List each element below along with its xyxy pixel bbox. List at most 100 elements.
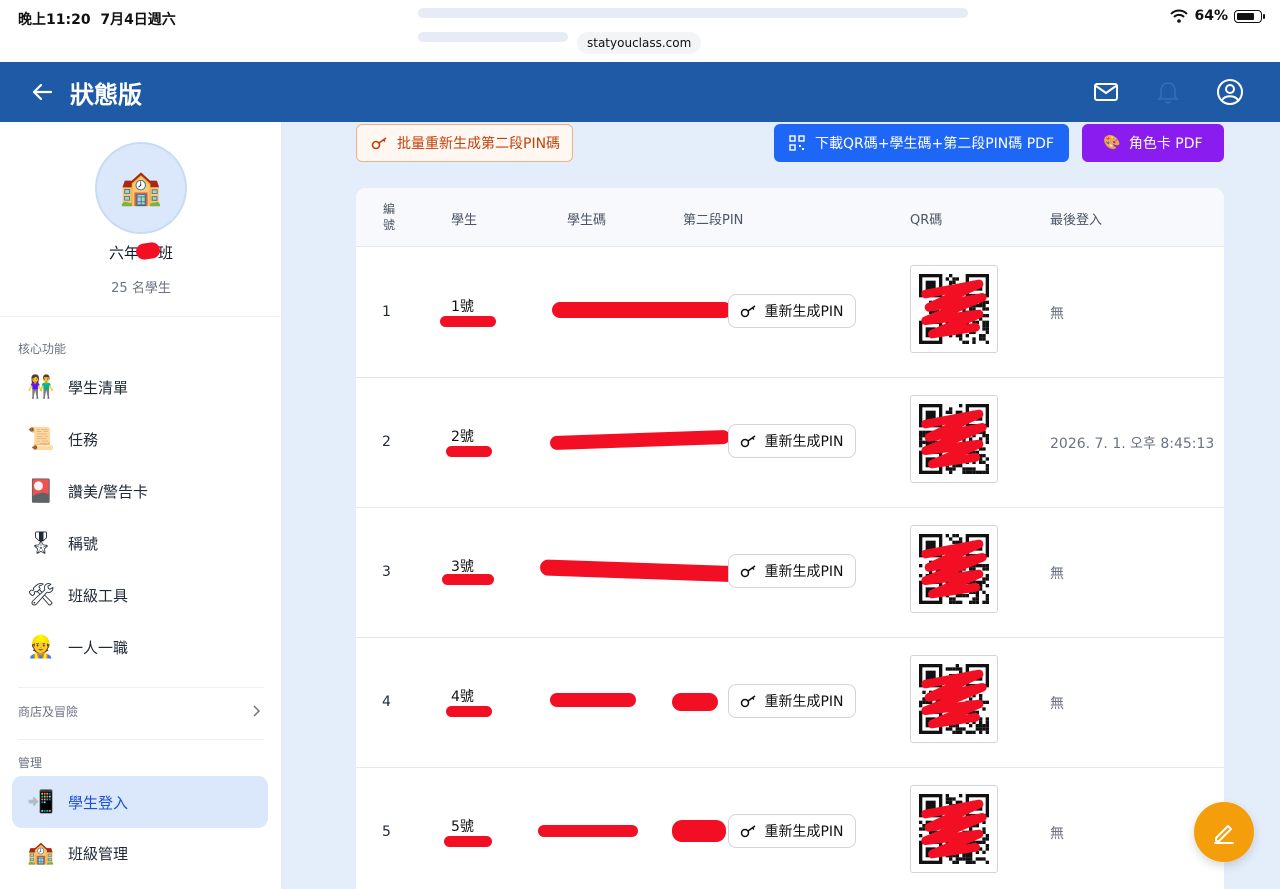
divider bbox=[0, 316, 282, 317]
sidebar-item-class-tools[interactable]: 🛠 班級工具 bbox=[12, 570, 268, 620]
redaction-mark bbox=[672, 820, 726, 842]
key-icon bbox=[741, 565, 756, 578]
bell-icon bbox=[1157, 82, 1179, 104]
palette-icon: 🎨 bbox=[1103, 135, 1121, 151]
edit-fab-button[interactable] bbox=[1194, 802, 1254, 862]
redaction-mark bbox=[444, 836, 492, 847]
cell-last-login: 無 bbox=[1050, 306, 1064, 322]
qr-pattern bbox=[919, 664, 989, 734]
school-building-icon: 🏫 bbox=[119, 168, 163, 208]
key-icon bbox=[741, 435, 756, 448]
qr-code bbox=[910, 395, 998, 483]
redaction-mark bbox=[440, 316, 496, 327]
redaction-mark bbox=[672, 693, 718, 711]
regenerate-pin-button[interactable]: 重新生成PIN bbox=[728, 424, 856, 458]
cell-last-login: 無 bbox=[1050, 826, 1064, 842]
cell-number: 1 bbox=[382, 304, 391, 320]
col-header-code: 學生碼 bbox=[567, 213, 607, 228]
sidebar-item-label: 任務 bbox=[68, 430, 99, 449]
back-button[interactable] bbox=[30, 80, 54, 104]
cell-student: 2號 bbox=[451, 429, 474, 445]
role-card-pdf-button[interactable]: 🎨 角色卡 PDF bbox=[1082, 124, 1224, 162]
phone-login-icon: 📲 bbox=[27, 789, 55, 815]
table-row: 5 5號 重新生成PIN 無 bbox=[356, 768, 1224, 889]
download-pdf-button[interactable]: 下載QR碼+學生碼+第二段PIN碼 PDF bbox=[774, 124, 1069, 162]
qr-pattern bbox=[919, 274, 989, 344]
mail-icon bbox=[1094, 83, 1118, 101]
regenerate-pin-button[interactable]: 重新生成PIN bbox=[728, 684, 856, 718]
col-header-qr: QR碼 bbox=[910, 213, 943, 228]
main-content: 批量重新生成第二段PIN碼 下載QR碼+學生碼+第二段PIN碼 PDF 🎨 角色… bbox=[282, 122, 1280, 889]
url-bar[interactable]: statyouclass.com bbox=[577, 32, 702, 54]
redaction-mark bbox=[552, 302, 732, 318]
qr-pattern bbox=[919, 794, 989, 864]
page-title: 狀態版 bbox=[70, 81, 142, 109]
redaction-mark bbox=[446, 706, 492, 717]
cell-number: 3 bbox=[382, 564, 391, 580]
sidebar-item-titles[interactable]: 🎖 稱號 bbox=[12, 518, 268, 568]
ios-status-bar: 晚上11:20 7月4日週六 statyouclass.com 64% bbox=[0, 0, 1280, 62]
sidebar-item-cards[interactable]: 🎴 讚美/警告卡 bbox=[12, 466, 268, 516]
redaction-mark bbox=[538, 825, 638, 837]
user-circle-icon bbox=[1217, 79, 1243, 105]
section-shop[interactable]: 商店及冒險 bbox=[18, 703, 78, 720]
sidebar: 🏫 六年 班 25 名學生 核心功能 👫 學生清單 📜 任務 🎴 讚美/警告卡 … bbox=[0, 122, 282, 889]
section-manage: 管理 bbox=[18, 756, 43, 770]
wifi-icon bbox=[1170, 9, 1189, 23]
qr-pattern bbox=[919, 404, 989, 474]
cell-student: 1號 bbox=[451, 299, 474, 315]
cell-last-login: 無 bbox=[1050, 696, 1064, 712]
regenerate-pin-button[interactable]: 重新生成PIN bbox=[728, 554, 856, 588]
sidebar-item-label: 學生清單 bbox=[68, 378, 129, 397]
regenerate-all-pins-button[interactable]: 批量重新生成第二段PIN碼 bbox=[356, 124, 574, 162]
table-row: 2 2號 重新生成PIN 2026. 7. 1. 오후 8:45:13 bbox=[356, 378, 1224, 508]
sidebar-item-label: 讚美/警告卡 bbox=[68, 482, 149, 501]
battery-icon bbox=[1234, 9, 1265, 23]
sidebar-item-tasks[interactable]: 📜 任務 bbox=[12, 414, 268, 464]
sidebar-item-student-list[interactable]: 👫 學生清單 bbox=[12, 362, 268, 412]
sidebar-item-student-login[interactable]: 📲 學生登入 bbox=[12, 776, 268, 828]
sidebar-item-class-management[interactable]: 🏫 班級管理 bbox=[12, 828, 268, 878]
cell-number: 2 bbox=[382, 434, 391, 450]
redaction-mark bbox=[539, 559, 751, 583]
table-header: 編號 學生 學生碼 第二段PIN QR碼 最後登入 bbox=[356, 188, 1224, 247]
table-row: 1 1號 重新生成PIN 無 bbox=[356, 248, 1224, 378]
table-row: 4 4號 重新生成PIN 無 bbox=[356, 638, 1224, 768]
divider bbox=[18, 687, 264, 688]
sidebar-item-jobs[interactable]: 👷 一人一職 bbox=[12, 622, 268, 672]
qr-code bbox=[910, 655, 998, 743]
mail-button[interactable] bbox=[1092, 78, 1120, 106]
arrow-left-icon bbox=[32, 83, 53, 101]
cell-student: 4號 bbox=[451, 689, 474, 705]
qr-code bbox=[910, 785, 998, 873]
redaction-mark bbox=[446, 446, 492, 457]
profile-button[interactable] bbox=[1216, 78, 1244, 106]
key-icon bbox=[371, 137, 387, 150]
cell-last-login: 2026. 7. 1. 오후 8:45:13 bbox=[1050, 436, 1215, 452]
section-core: 核心功能 bbox=[18, 342, 67, 356]
key-icon bbox=[741, 695, 756, 708]
regenerate-pin-button[interactable]: 重新生成PIN bbox=[728, 294, 856, 328]
status-right: 64% bbox=[1170, 8, 1265, 24]
qr-code bbox=[910, 265, 998, 353]
qr-icon bbox=[789, 135, 805, 151]
col-header-pin: 第二段PIN bbox=[683, 213, 744, 228]
app-header: 狀態版 bbox=[0, 62, 1280, 122]
sidebar-item-label: 學生登入 bbox=[68, 793, 129, 812]
key-icon bbox=[741, 305, 756, 318]
regenerate-pin-button[interactable]: 重新生成PIN bbox=[728, 814, 856, 848]
redaction-mark bbox=[442, 574, 494, 585]
student-login-table: 編號 學生 學生碼 第二段PIN QR碼 最後登入 1 1號 重新生成PIN 無… bbox=[356, 188, 1224, 889]
notification-button[interactable] bbox=[1154, 78, 1182, 106]
school-icon: 🏫 bbox=[27, 840, 55, 866]
table-row: 3 3號 重新生成PIN 無 bbox=[356, 508, 1224, 638]
divider bbox=[18, 739, 264, 740]
battery-percent: 64% bbox=[1194, 8, 1228, 24]
cell-number: 4 bbox=[382, 694, 391, 710]
class-avatar: 🏫 bbox=[95, 142, 187, 234]
worker-icon: 👷 bbox=[27, 634, 55, 660]
qr-pattern bbox=[919, 534, 989, 604]
col-header-last-login: 最後登入 bbox=[1050, 213, 1103, 228]
chevron-right-icon[interactable] bbox=[252, 705, 260, 717]
student-count: 25 名學生 bbox=[111, 281, 171, 296]
